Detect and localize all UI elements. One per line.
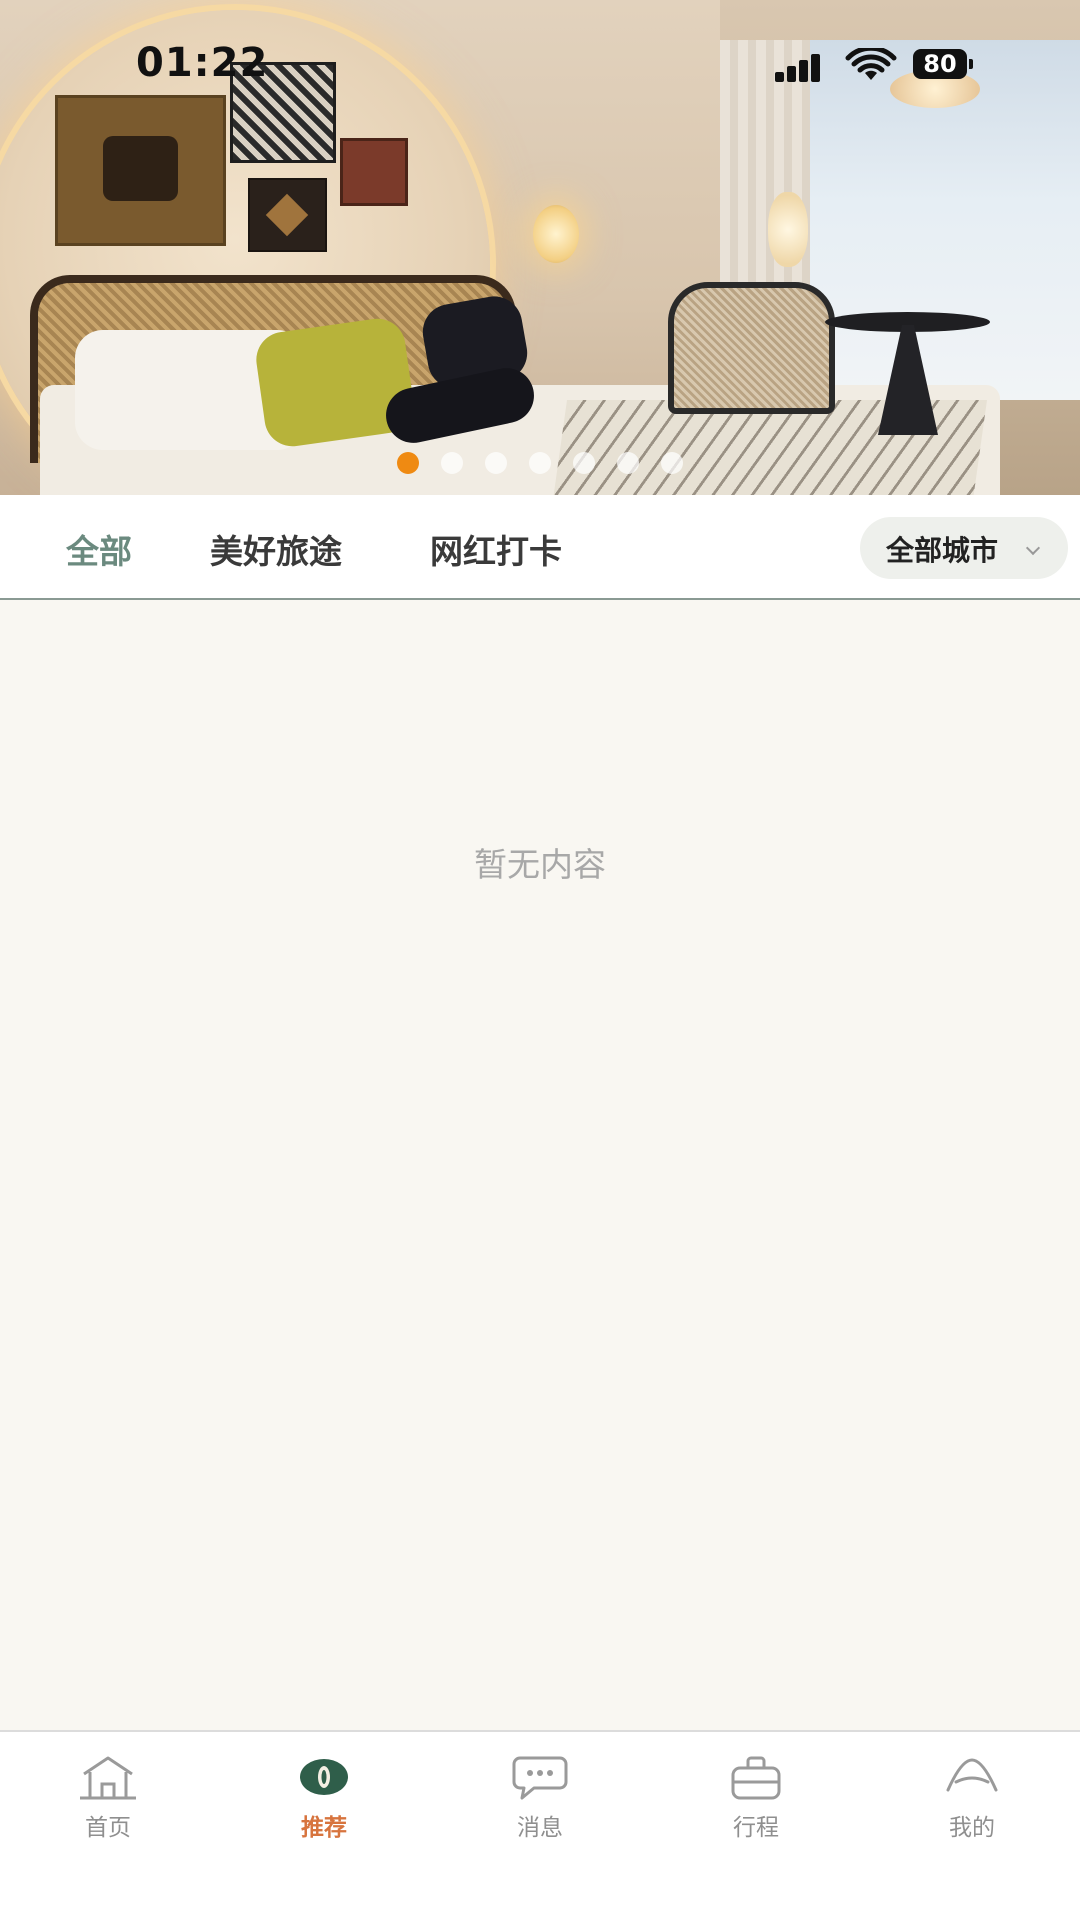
empty-state-text: 暂无内容: [474, 845, 606, 884]
city-filter-label: 全部城市: [886, 534, 999, 567]
banner-artwork: [248, 178, 327, 252]
banner-dot[interactable]: [617, 452, 639, 474]
category-tabs: 全部 美好旅途 网红打卡 全部城市: [0, 495, 1080, 600]
tabbar-messages-label: 消息: [517, 1815, 563, 1841]
tabbar-home[interactable]: 首页: [38, 1752, 178, 1852]
cellular-signal-icon: [775, 52, 829, 82]
battery-icon: 80: [913, 49, 973, 79]
tabbar-profile[interactable]: 我的: [902, 1752, 1042, 1852]
bottom-tab-bar: 首页 推荐 消息 行程 我的: [0, 1730, 1080, 1922]
tab-nice-trips[interactable]: 美好旅途: [210, 525, 342, 573]
banner-dot[interactable]: [397, 452, 419, 474]
eye-icon: [300, 1759, 348, 1795]
suitcase-icon: [731, 1756, 781, 1800]
home-icon: [80, 1756, 136, 1800]
content-area: 暂无内容: [0, 600, 1080, 1730]
banner-dot[interactable]: [529, 452, 551, 474]
banner-dot[interactable]: [441, 452, 463, 474]
tabbar-profile-label: 我的: [949, 1815, 995, 1841]
tab-hot-spots[interactable]: 网红打卡: [430, 525, 562, 573]
battery-level: 80: [923, 50, 957, 78]
tabbar-itinerary-label: 行程: [733, 1815, 779, 1841]
profile-icon: [946, 1758, 998, 1792]
tabbar-itinerary[interactable]: 行程: [686, 1752, 826, 1852]
tab-all[interactable]: 全部: [66, 525, 132, 573]
tabbar-home-label: 首页: [85, 1815, 131, 1841]
banner-lantern: [768, 192, 808, 267]
wifi-icon: [845, 48, 897, 80]
tabbar-messages[interactable]: 消息: [470, 1752, 610, 1852]
banner-dot[interactable]: [485, 452, 507, 474]
banner-chair: [668, 282, 835, 414]
chat-bubble-icon: [512, 1756, 568, 1800]
tabbar-recommend-label: 推荐: [301, 1815, 347, 1841]
banner-artwork: [340, 138, 408, 206]
banner-lantern: [533, 205, 579, 263]
chevron-down-icon: [1025, 540, 1041, 556]
banner-pagination[interactable]: [397, 452, 697, 474]
status-time: 01:22: [136, 40, 269, 86]
tabbar-recommend[interactable]: 推荐: [254, 1752, 394, 1852]
banner-dot[interactable]: [661, 452, 683, 474]
status-bar: 01:22 80: [0, 0, 1080, 130]
banner-dot[interactable]: [573, 452, 595, 474]
city-filter-button[interactable]: 全部城市: [860, 517, 1068, 579]
